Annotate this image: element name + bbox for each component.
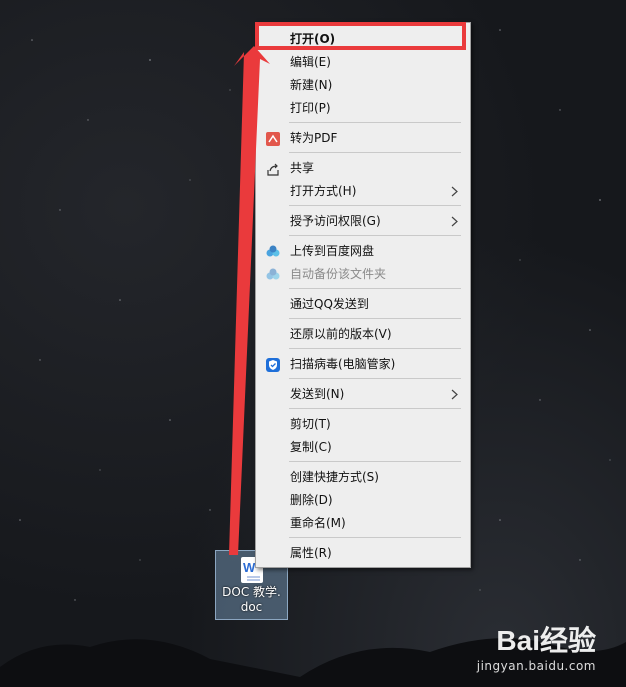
watermark-url: jingyan.baidu.com xyxy=(476,659,596,673)
menu-item-create-shortcut[interactable]: 创建快捷方式(S) xyxy=(256,466,470,489)
pdf-convert-icon xyxy=(266,132,280,146)
menu-item-label: 通过QQ发送到 xyxy=(290,297,369,311)
menu-item-label: 打开方式(H) xyxy=(290,184,357,198)
menu-item-edit[interactable]: 编辑(E) xyxy=(256,51,470,74)
menu-separator xyxy=(289,288,461,289)
menu-separator xyxy=(289,318,461,319)
context-menu: 打开(O) 编辑(E) 新建(N) 打印(P) 转为PDF 共享 打开方式(H)… xyxy=(255,22,471,568)
chevron-right-icon xyxy=(451,186,458,197)
menu-separator xyxy=(289,537,461,538)
menu-item-rename[interactable]: 重命名(M) xyxy=(256,512,470,535)
desktop-file-label: DOC 教学. doc xyxy=(222,585,281,614)
menu-item-label: 编辑(E) xyxy=(290,55,331,69)
share-icon xyxy=(267,163,279,176)
menu-item-label: 授予访问权限(G) xyxy=(290,214,381,228)
annotation-highlight-box xyxy=(255,22,466,50)
menu-item-delete[interactable]: 删除(D) xyxy=(256,489,470,512)
menu-item-restore-versions[interactable]: 还原以前的版本(V) xyxy=(256,323,470,346)
menu-item-label: 复制(C) xyxy=(290,440,332,454)
menu-item-label: 转为PDF xyxy=(290,131,338,145)
menu-item-send-qq[interactable]: 通过QQ发送到 xyxy=(256,293,470,316)
menu-item-print[interactable]: 打印(P) xyxy=(256,97,470,120)
menu-item-label: 共享 xyxy=(290,161,315,175)
menu-item-send-to[interactable]: 发送到(N) xyxy=(256,383,470,406)
menu-item-label: 重命名(M) xyxy=(290,516,346,530)
menu-item-label: 剪切(T) xyxy=(290,417,331,431)
menu-separator xyxy=(289,461,461,462)
menu-item-new[interactable]: 新建(N) xyxy=(256,74,470,97)
menu-item-label: 创建快捷方式(S) xyxy=(290,470,379,484)
menu-item-cut[interactable]: 剪切(T) xyxy=(256,413,470,436)
menu-item-label: 删除(D) xyxy=(290,493,333,507)
tencent-pc-manager-shield-icon xyxy=(266,358,280,372)
menu-item-label: 发送到(N) xyxy=(290,387,345,401)
menu-item-auto-backup[interactable]: 自动备份该文件夹 xyxy=(256,263,470,286)
menu-separator xyxy=(289,348,461,349)
menu-separator xyxy=(289,235,461,236)
menu-item-open-with[interactable]: 打开方式(H) xyxy=(256,180,470,203)
menu-item-properties[interactable]: 属性(R) xyxy=(256,542,470,565)
menu-item-share[interactable]: 共享 xyxy=(256,157,470,180)
menu-item-label: 还原以前的版本(V) xyxy=(290,327,392,341)
menu-item-convert-pdf[interactable]: 转为PDF xyxy=(256,127,470,150)
menu-item-label: 新建(N) xyxy=(290,78,333,92)
menu-separator xyxy=(289,378,461,379)
menu-separator xyxy=(289,152,461,153)
menu-item-label: 上传到百度网盘 xyxy=(290,244,375,258)
menu-separator xyxy=(289,205,461,206)
baidu-netdisk-icon xyxy=(266,245,280,257)
chevron-right-icon xyxy=(451,389,458,400)
menu-item-grant-access[interactable]: 授予访问权限(G) xyxy=(256,210,470,233)
baidu-jingyan-watermark: Bai经验 jingyan.baidu.com xyxy=(477,619,596,673)
menu-item-scan-virus[interactable]: 扫描病毒(电脑管家) xyxy=(256,353,470,376)
baidu-netdisk-icon xyxy=(266,268,280,280)
menu-separator xyxy=(289,408,461,409)
menu-item-upload-baidu[interactable]: 上传到百度网盘 xyxy=(256,240,470,263)
menu-item-label: 属性(R) xyxy=(290,546,332,560)
menu-item-label: 打印(P) xyxy=(290,101,331,115)
menu-item-label: 自动备份该文件夹 xyxy=(290,267,387,281)
menu-item-copy[interactable]: 复制(C) xyxy=(256,436,470,459)
watermark-logo: Bai经验 xyxy=(496,625,596,656)
chevron-right-icon xyxy=(451,216,458,227)
menu-item-label: 扫描病毒(电脑管家) xyxy=(290,357,396,371)
menu-separator xyxy=(289,122,461,123)
